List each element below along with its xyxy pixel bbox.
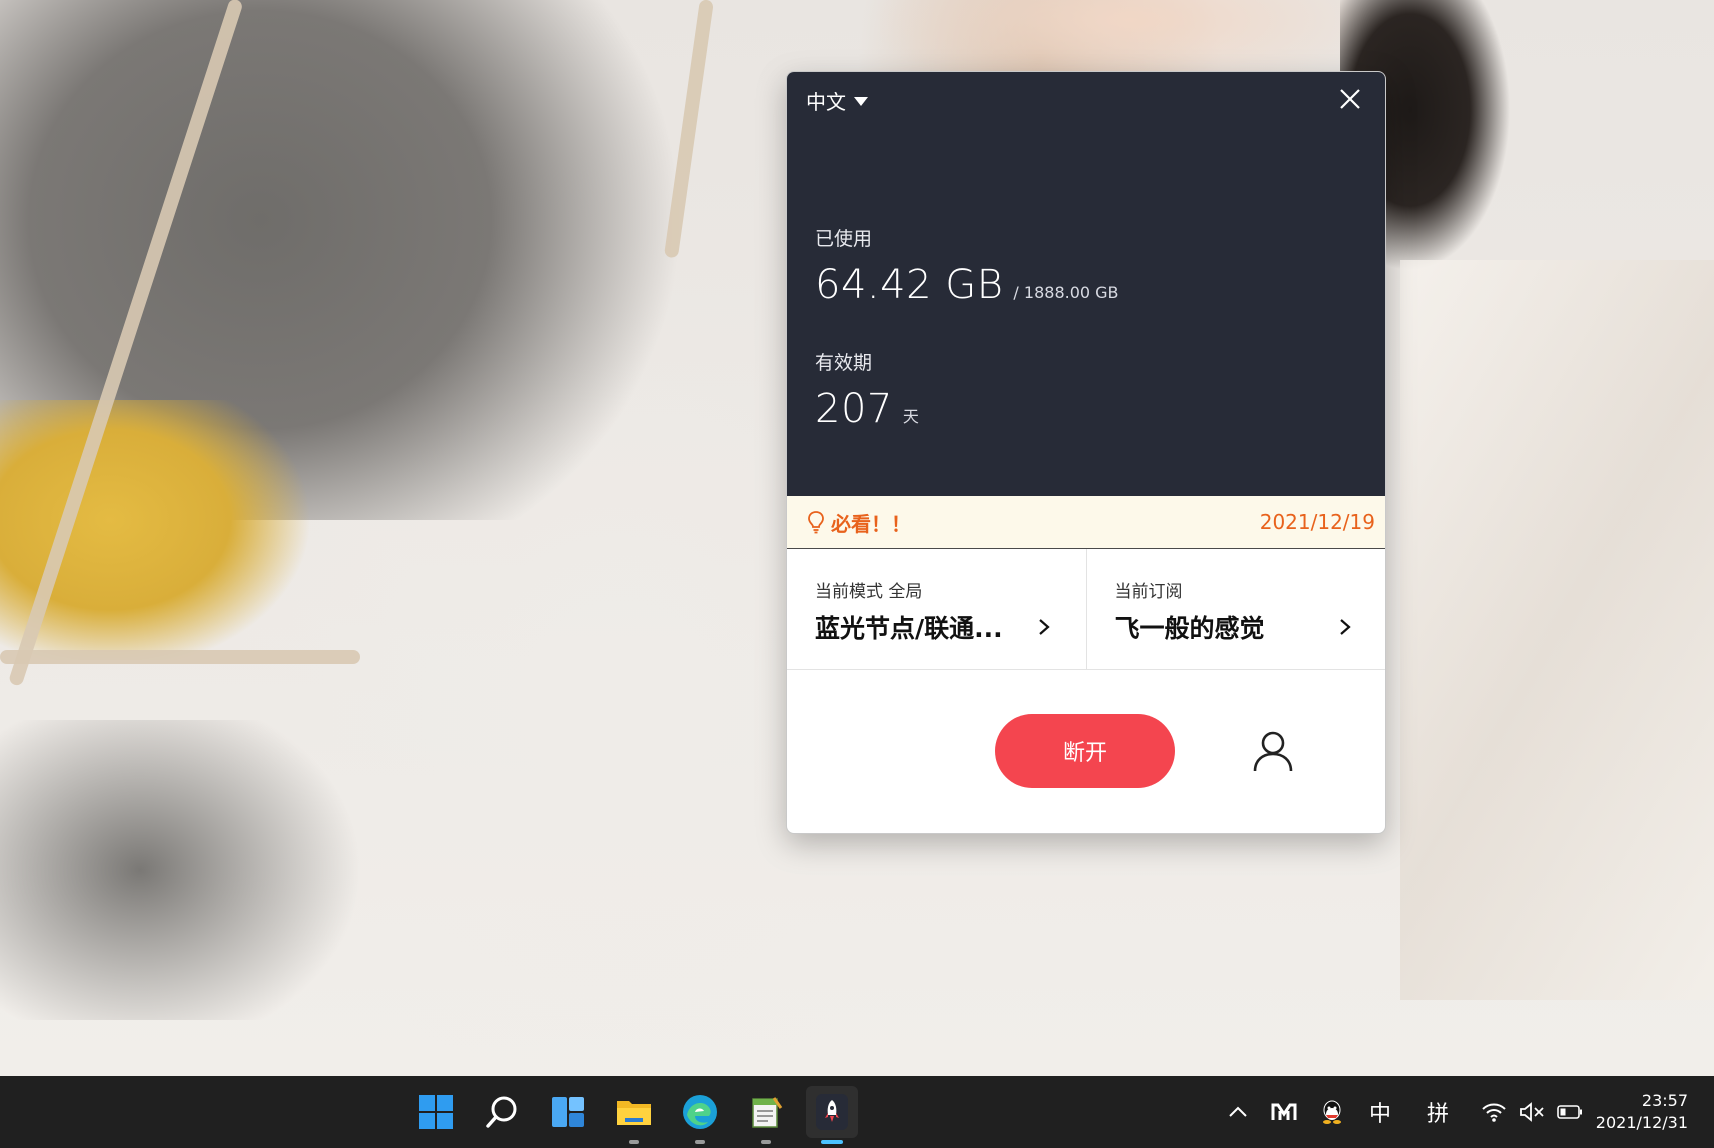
wallpaper-window-light: [1400, 260, 1714, 1000]
wallpaper-yellow-pillow: [0, 400, 330, 660]
close-button[interactable]: [1335, 84, 1365, 114]
widgets-button[interactable]: [542, 1086, 594, 1138]
subscription-label: 当前订阅: [1114, 582, 1183, 602]
disconnect-button[interactable]: 断开: [995, 714, 1175, 788]
vpn-client-window: 中文 已使用 64.42 GB / 1888.00 GB 有效期 207 天 必…: [786, 71, 1386, 834]
wifi-icon: [1482, 1103, 1506, 1122]
app-header: 中文 已使用 64.42 GB / 1888.00 GB 有效期 207 天: [787, 72, 1385, 496]
clock-date: 2021/12/31: [1595, 1113, 1688, 1132]
usage-value: 64.42 GB / 1888.00 GB: [815, 262, 1119, 308]
caret-down-icon: [854, 97, 868, 106]
battery-button[interactable]: [1554, 1096, 1586, 1128]
notice-date: 2021/12/19: [1259, 510, 1375, 534]
usage-used: 64.42 GB: [815, 262, 1004, 308]
chevron-up-icon: [1229, 1106, 1247, 1117]
file-explorer-icon: [617, 1101, 651, 1125]
usage-total: / 1888.00 GB: [1013, 283, 1119, 302]
file-explorer-button[interactable]: [608, 1086, 660, 1144]
chevron-right-icon: [1039, 619, 1050, 635]
battery-icon: [1557, 1105, 1582, 1119]
ime-type-indicator[interactable]: 拼: [1422, 1096, 1454, 1128]
system-clock[interactable]: 23:57 2021/12/31: [1596, 1090, 1688, 1134]
qq-penguin-icon: [1323, 1100, 1341, 1124]
widgets-icon: [552, 1097, 584, 1127]
show-hidden-icons-button[interactable]: [1224, 1096, 1252, 1128]
tray-app-qq[interactable]: [1318, 1096, 1346, 1128]
active-indicator: [821, 1140, 843, 1144]
wifi-button[interactable]: [1478, 1096, 1510, 1128]
user-profile-button[interactable]: [1250, 728, 1296, 774]
validity-unit: 天: [902, 407, 919, 426]
notepad-icon: [752, 1097, 783, 1128]
chevron-right-icon: [1339, 619, 1351, 635]
wallpaper-grey-cushion: [0, 720, 360, 1020]
start-icon: [419, 1095, 453, 1129]
validity-label: 有效期: [815, 352, 873, 374]
vpn-app-button[interactable]: [806, 1086, 858, 1144]
subscription-value: 飞一般的感觉: [1114, 614, 1265, 643]
running-indicator: [761, 1140, 771, 1144]
clock-time: 23:57: [1641, 1091, 1688, 1110]
validity-value: 207 天: [815, 386, 919, 432]
close-icon: [1340, 89, 1360, 109]
running-indicator: [629, 1140, 639, 1144]
volume-muted-icon: [1520, 1102, 1544, 1122]
ime-mode-indicator[interactable]: 中: [1364, 1096, 1396, 1128]
start-button[interactable]: [410, 1086, 462, 1138]
search-icon: [486, 1096, 517, 1128]
notice-title: 必看！！: [807, 508, 911, 537]
volume-button[interactable]: [1516, 1096, 1548, 1128]
m-logo-icon: [1271, 1103, 1297, 1120]
tray-app-m[interactable]: [1270, 1096, 1298, 1128]
lightbulb-icon: [808, 511, 824, 534]
notice-text: 必看！！: [831, 511, 911, 536]
language-label: 中文: [806, 90, 846, 114]
taskbar: 中 拼 23:57 2021/12/31: [0, 1076, 1714, 1148]
validity-days: 207: [815, 386, 893, 432]
wallpaper-rope: [0, 650, 360, 664]
rocket-app-icon: [816, 1094, 848, 1130]
mode-label: 当前模式 全局: [815, 582, 923, 602]
user-icon: [1253, 731, 1293, 772]
mode-selector[interactable]: 当前模式 全局 蓝光节点/联通...: [787, 549, 1086, 669]
notepad-button[interactable]: [740, 1086, 792, 1144]
running-indicator: [695, 1140, 705, 1144]
notice-bar[interactable]: 必看！！ 2021/12/19: [787, 496, 1385, 549]
edge-icon: [683, 1095, 717, 1129]
status-row: 当前模式 全局 蓝光节点/联通... 当前订阅 飞一般的感觉: [787, 549, 1385, 670]
search-button[interactable]: [476, 1086, 528, 1138]
language-select[interactable]: 中文: [806, 86, 868, 115]
edge-button[interactable]: [674, 1086, 726, 1144]
usage-label: 已使用: [815, 228, 873, 250]
mode-value: 蓝光节点/联通...: [815, 614, 1003, 643]
subscription-selector[interactable]: 当前订阅 飞一般的感觉: [1085, 549, 1386, 669]
